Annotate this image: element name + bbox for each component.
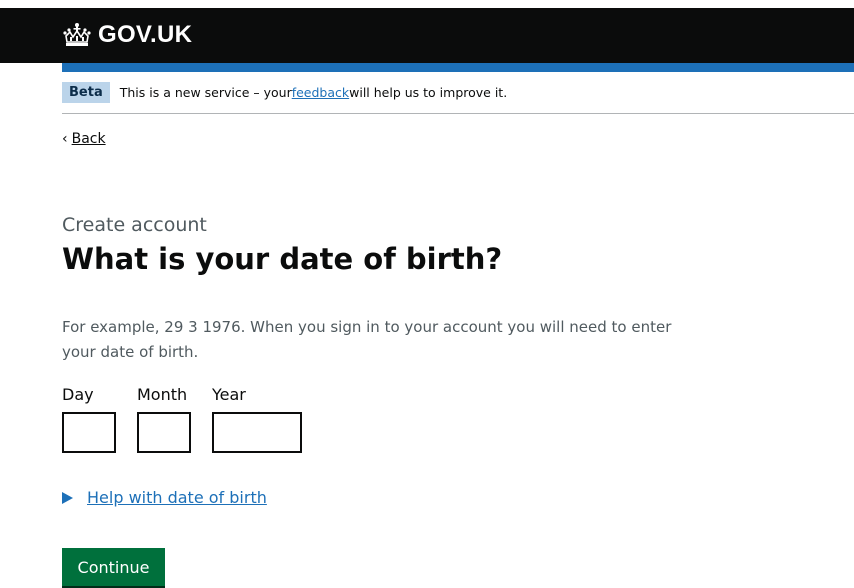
continue-button[interactable]: Continue — [62, 548, 165, 586]
crown-icon — [63, 23, 91, 46]
month-item: Month — [137, 384, 191, 453]
month-input[interactable] — [137, 412, 191, 453]
day-item: Day — [62, 384, 116, 453]
page-title: What is your date of birth? — [62, 242, 503, 276]
phase-text-before: This is a new service – your — [119, 84, 292, 100]
page-caption: Create account — [62, 214, 207, 236]
back-link[interactable]: Back — [72, 131, 106, 147]
help-details[interactable]: Help with date of birth — [62, 488, 267, 507]
year-item: Year — [212, 384, 302, 453]
back-link-container: ‹ Back — [62, 131, 106, 147]
date-input-group: Day Month Year — [62, 384, 323, 453]
month-label: Month — [137, 385, 188, 404]
logo-text: GOV.UK — [98, 21, 193, 48]
phase-tag: Beta — [62, 81, 110, 103]
year-input[interactable] — [212, 412, 302, 453]
disclosure-triangle-icon — [62, 491, 73, 504]
govuk-logo-link[interactable]: GOV.UK — [62, 18, 192, 52]
header-accent-bar — [62, 63, 854, 72]
day-label: Day — [62, 385, 94, 404]
chevron-left-icon: ‹ — [62, 131, 68, 147]
year-label: Year — [212, 385, 246, 404]
phase-banner-divider — [62, 113, 854, 114]
day-input[interactable] — [62, 412, 116, 453]
feedback-link[interactable]: feedback — [292, 85, 349, 100]
help-date-of-birth-link[interactable]: Help with date of birth — [87, 488, 267, 507]
phase-banner: Beta This is a new service – your feedba… — [62, 81, 507, 103]
phase-text-after: will help us to improve it. — [349, 84, 508, 100]
date-hint: For example, 29 3 1976. When you sign in… — [62, 318, 672, 361]
